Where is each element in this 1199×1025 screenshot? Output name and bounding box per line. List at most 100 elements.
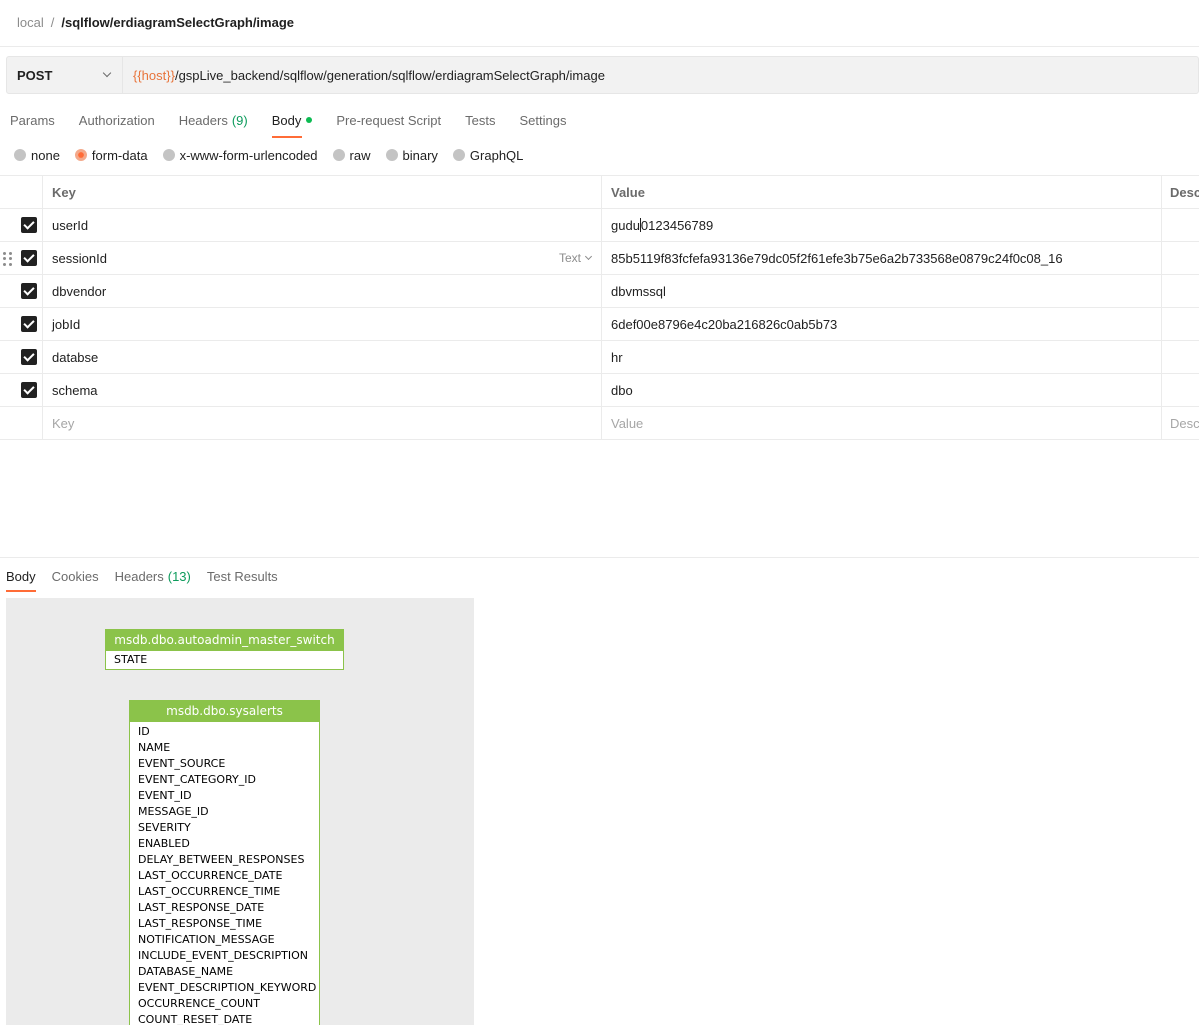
description-cell[interactable]: [1162, 209, 1199, 241]
key-cell[interactable]: sessionId Text: [43, 242, 602, 274]
erd-column: STATE: [114, 653, 148, 666]
response-tab-test-results[interactable]: Test Results: [207, 566, 278, 586]
tab-authorization-label: Authorization: [78, 112, 155, 128]
value-cell[interactable]: dbo: [602, 374, 1162, 406]
body-type-none[interactable]: none: [14, 148, 60, 163]
body-type-form-data-label: form-data: [91, 147, 148, 163]
description-cell[interactable]: [1162, 374, 1199, 406]
response-tab-test-results-label: Test Results: [206, 568, 278, 584]
value-cell[interactable]: gudu 0123456789: [602, 209, 1162, 241]
erd-column: EVENT_SOURCE: [138, 757, 226, 770]
radio-icon: [332, 149, 345, 161]
response-tab-cookies-label: Cookies: [51, 568, 99, 584]
row-enabled-checkbox[interactable]: [21, 349, 37, 365]
chevron-down-icon: [102, 68, 112, 78]
key-text: schema: [52, 382, 98, 398]
tab-tests[interactable]: Tests: [465, 110, 495, 130]
value-cell[interactable]: dbvmssql: [602, 275, 1162, 307]
table-row: schema dbo: [0, 374, 1199, 407]
tab-authorization[interactable]: Authorization: [79, 110, 155, 130]
key-cell[interactable]: dbvendor: [43, 275, 602, 307]
erd-column: OCCURRENCE_COUNT: [138, 997, 261, 1010]
table-row: databse hr: [0, 341, 1199, 374]
new-key-input[interactable]: Key: [43, 407, 602, 439]
table-row: dbvendor dbvmssql: [0, 275, 1199, 308]
row-enabled-checkbox[interactable]: [21, 316, 37, 332]
description-cell[interactable]: [1162, 308, 1199, 340]
request-tabs: Params Authorization Headers (9) Body Pre…: [10, 110, 590, 138]
description-cell[interactable]: [1162, 242, 1199, 274]
erd-column: DATABASE_NAME: [138, 965, 234, 978]
breadcrumb-collection[interactable]: local: [17, 15, 44, 30]
table-row: sessionId Text 85b5119f83fcfefa93136e79d…: [0, 242, 1199, 275]
radio-selected-icon: [74, 149, 87, 161]
key-type-select[interactable]: Text: [559, 251, 593, 265]
header-check-cell: [0, 176, 43, 208]
value-text: 85b5119f83fcfefa93136e79dc05f2f61efe3b75…: [611, 250, 1063, 266]
body-type-graphql[interactable]: GraphQL: [452, 148, 523, 163]
column-header-description: Desc: [1170, 184, 1199, 200]
drag-handle-icon[interactable]: [3, 252, 13, 266]
breadcrumb: local / /sqlflow/erdiagramSelectGraph/im…: [17, 13, 294, 31]
description-cell[interactable]: [1162, 341, 1199, 373]
tab-params[interactable]: Params: [10, 110, 55, 130]
row-enabled-checkbox[interactable]: [21, 382, 37, 398]
tab-tests-label: Tests: [465, 112, 496, 128]
tab-headers[interactable]: Headers (9): [179, 110, 248, 130]
row-enabled-checkbox[interactable]: [21, 283, 37, 299]
tab-headers-label: Headers: [178, 112, 228, 128]
response-image-preview: msdb.dbo.autoadmin_master_switch STATE m…: [6, 598, 474, 1025]
tab-pre-request-script[interactable]: Pre-request Script: [336, 110, 441, 130]
tab-settings[interactable]: Settings: [519, 110, 566, 130]
breadcrumb-separator: /: [50, 14, 55, 30]
value-text-after-cursor: 0123456789: [640, 217, 714, 233]
new-value-input[interactable]: Value: [602, 407, 1162, 439]
radio-icon: [452, 149, 465, 161]
response-tab-headers-label: Headers: [114, 568, 164, 584]
key-cell[interactable]: schema: [43, 374, 602, 406]
row-enabled-checkbox[interactable]: [21, 250, 37, 266]
response-tab-cookies[interactable]: Cookies: [52, 566, 99, 586]
row-enabled-checkbox[interactable]: [21, 217, 37, 233]
key-cell[interactable]: userId: [43, 209, 602, 241]
erd-column-list: STATE: [106, 651, 343, 669]
new-description-input[interactable]: Desc: [1162, 407, 1199, 439]
erd-table-autoadmin-master-switch: msdb.dbo.autoadmin_master_switch STATE: [105, 629, 344, 670]
description-cell[interactable]: [1162, 275, 1199, 307]
body-type-binary-label: binary: [402, 147, 438, 163]
body-type-binary[interactable]: binary: [385, 147, 438, 163]
response-divider[interactable]: [0, 557, 1199, 558]
table-row: userId gudu 0123456789: [0, 209, 1199, 242]
erd-column: EVENT_CATEGORY_ID: [138, 773, 256, 786]
erd-column: ID: [138, 725, 150, 738]
key-text: sessionId: [52, 250, 107, 266]
method-select[interactable]: POST: [7, 57, 123, 93]
request-name[interactable]: /sqlflow/erdiagramSelectGraph/image: [61, 15, 294, 30]
body-type-raw[interactable]: raw: [332, 148, 371, 163]
response-tab-body[interactable]: Body: [6, 566, 36, 592]
url-path: /gspLive_backend/sqlflow/generation/sqlf…: [174, 67, 605, 83]
row-check-cell: [0, 275, 43, 307]
tab-settings-label: Settings: [519, 112, 567, 128]
value-text: dbo: [611, 382, 633, 398]
body-type-selector: none form-data x-www-form-urlencoded raw…: [14, 146, 538, 164]
value-cell[interactable]: hr: [602, 341, 1162, 373]
chevron-down-icon: [584, 252, 593, 260]
form-data-table: Key Value Desc userId gudu 0123456789 ses…: [0, 175, 1199, 440]
key-cell[interactable]: databse: [43, 341, 602, 373]
tab-body[interactable]: Body: [271, 110, 313, 138]
tab-body-label: Body: [271, 112, 302, 128]
key-cell[interactable]: jobId: [43, 308, 602, 340]
body-type-urlencoded-label: x-www-form-urlencoded: [179, 147, 318, 163]
erd-column: LAST_OCCURRENCE_TIME: [138, 885, 281, 898]
response-tab-headers[interactable]: Headers (13): [115, 566, 191, 586]
value-cell[interactable]: 6def00e8796e4c20ba216826c0ab5b73: [602, 308, 1162, 340]
erd-table-title: msdb.dbo.sysalerts: [130, 701, 319, 722]
body-type-none-label: none: [31, 147, 60, 163]
url-input[interactable]: {{host}}/gspLive_backend/sqlflow/generat…: [123, 57, 1198, 93]
body-active-dot-icon: [306, 117, 313, 123]
body-type-urlencoded[interactable]: x-www-form-urlencoded: [162, 147, 318, 163]
body-type-form-data[interactable]: form-data: [74, 147, 148, 163]
erd-column: COUNT_RESET_DATE: [138, 1013, 253, 1025]
value-cell[interactable]: 85b5119f83fcfefa93136e79dc05f2f61efe3b75…: [602, 242, 1162, 274]
